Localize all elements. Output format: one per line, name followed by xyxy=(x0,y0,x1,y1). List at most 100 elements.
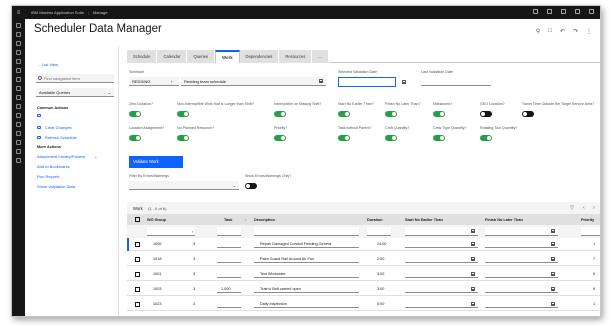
col-priority[interactable]: Priority xyxy=(581,218,594,222)
cell-description[interactable]: Test Workorder xyxy=(254,270,359,278)
toggle-travel-time[interactable] xyxy=(522,111,534,117)
search-icon[interactable] xyxy=(533,9,538,14)
home-icon[interactable] xyxy=(16,23,21,28)
col-task[interactable]: Task xyxy=(224,218,232,222)
purchasing-icon[interactable] xyxy=(16,95,21,100)
cell-description[interactable]: Daily Inspection xyxy=(254,300,359,308)
cell-finish-no-later[interactable] xyxy=(485,255,558,263)
toggle-zero-duration[interactable] xyxy=(129,111,141,117)
schedule-description[interactable]: Redding team schedule xyxy=(181,77,326,86)
toggle-geo-location[interactable] xyxy=(480,111,492,117)
tab-schedule[interactable]: Schedule xyxy=(127,50,158,63)
show-validation-data-link[interactable]: Show Validation Data xyxy=(37,184,75,189)
table-row[interactable]: 1001 3 Test Workorder 3:00 5 xyxy=(127,268,600,281)
row-checkbox[interactable] xyxy=(135,257,140,262)
cell-task[interactable] xyxy=(217,255,241,263)
clear-changes-action[interactable]: Clear Changes xyxy=(37,125,72,130)
cell-task[interactable]: 1,000 xyxy=(217,285,241,293)
notification-icon[interactable] xyxy=(547,9,552,14)
tab-calendar[interactable]: Calendar xyxy=(157,50,188,63)
col-wo-group[interactable]: WO Group xyxy=(147,218,166,222)
add-bookmarks-link[interactable]: Add to Bookmarks xyxy=(37,164,70,169)
toggle-location-assignment[interactable] xyxy=(129,135,141,141)
row-checkbox[interactable] xyxy=(135,302,140,307)
more-actions-icon[interactable]: ⋮ xyxy=(586,28,592,35)
toggle-no-planned-resource[interactable] xyxy=(177,135,189,141)
cell-start-no-earlier[interactable] xyxy=(405,255,478,263)
save-icon[interactable]: □ xyxy=(548,28,552,35)
tab-resources[interactable]: Resources xyxy=(279,50,313,63)
table-row[interactable]: 1006 3 Repair Damaged Conduit Feeding Gene… xyxy=(127,238,600,251)
integration-icon[interactable] xyxy=(16,131,21,136)
cell-task[interactable] xyxy=(217,300,241,308)
tab-work[interactable]: Work xyxy=(215,50,240,63)
recent-icon[interactable] xyxy=(16,41,21,46)
cell-start-no-earlier[interactable] xyxy=(405,300,478,308)
filter-wo-group[interactable]: › xyxy=(147,227,195,236)
cell-description[interactable]: Train's Bolt carried open xyxy=(254,285,359,293)
row-checkbox[interactable] xyxy=(135,242,140,247)
filter-priority[interactable] xyxy=(581,227,600,236)
filter-duration[interactable] xyxy=(367,227,391,236)
cell-task[interactable] xyxy=(217,240,241,248)
table-row[interactable]: 1018 3 Paint Guard Rail Around Air Fan 2:00… xyxy=(127,253,600,266)
reports-icon[interactable] xyxy=(16,86,21,91)
col-start-no-earlier[interactable]: Start No Earlier Than xyxy=(405,218,443,222)
bookmark-icon[interactable] xyxy=(16,32,21,37)
queries-select[interactable]: Available Queries ⌄ xyxy=(36,88,114,97)
filter-description[interactable] xyxy=(254,227,359,236)
toggle-craft-quantity[interactable] xyxy=(385,135,397,141)
run-reports-link[interactable]: Run Reports xyxy=(37,174,59,179)
validate-work-button[interactable]: Validate Work xyxy=(129,156,183,168)
tools-icon[interactable] xyxy=(16,140,21,145)
inventory-icon[interactable] xyxy=(16,68,21,73)
search-record-icon[interactable]: ⚲ xyxy=(536,28,540,35)
cell-start-no-earlier[interactable] xyxy=(405,285,478,293)
toggle-milestones[interactable] xyxy=(433,111,445,117)
expand-icon[interactable]: › xyxy=(593,205,595,211)
filter-icon[interactable]: ▽ xyxy=(570,205,574,211)
toggle-non-interruptible[interactable] xyxy=(177,111,189,117)
financial-icon[interactable] xyxy=(16,113,21,118)
col-duration[interactable]: Duration xyxy=(367,218,383,222)
more-nav-icon[interactable] xyxy=(16,158,21,163)
row-checkbox[interactable] xyxy=(135,272,140,277)
toggle-show-errors-only[interactable] xyxy=(245,183,257,189)
col-description[interactable]: Description xyxy=(254,218,275,222)
calendar-icon[interactable] xyxy=(402,80,406,84)
cell-finish-no-later[interactable] xyxy=(485,240,558,248)
attachment-library-link[interactable]: Attachment Library/Folders ⌄ xyxy=(37,154,97,159)
cell-start-no-earlier[interactable] xyxy=(405,270,478,278)
user-icon[interactable] xyxy=(589,9,594,14)
toggle-rotating-tool-quantity[interactable] xyxy=(480,135,492,141)
toggle-finish-no-later[interactable] xyxy=(385,111,397,117)
tab-more[interactable]: ... xyxy=(312,50,329,63)
schedule-lookup-button[interactable]: › xyxy=(169,77,179,86)
help-nav-icon[interactable] xyxy=(16,149,21,154)
toggle-task-without-parent[interactable] xyxy=(338,135,350,141)
work-icon[interactable] xyxy=(16,50,21,55)
tab-dependencies[interactable]: Dependencies xyxy=(239,50,280,63)
cell-task[interactable] xyxy=(217,270,241,278)
redo-icon[interactable]: ↷ xyxy=(573,28,578,35)
cell-finish-no-later[interactable] xyxy=(485,270,558,278)
nav-search-input[interactable]: Find navigation item xyxy=(36,74,114,83)
help-icon[interactable] xyxy=(561,9,566,14)
sort-icon[interactable]: ↓ xyxy=(245,218,247,222)
table-row[interactable]: 1003 3 1,000 Train's Bolt carried open 3:00 5 xyxy=(127,283,600,296)
cell-description[interactable]: Repair Damaged Conduit Feeding Genera xyxy=(254,240,359,248)
collapse-icon[interactable]: ‹ xyxy=(583,205,585,211)
selected-validation-input[interactable] xyxy=(338,77,396,87)
row-checkbox[interactable] xyxy=(135,287,140,292)
menu-icon[interactable]: ≡ xyxy=(12,10,25,16)
col-finish-no-later[interactable]: Finish No Later Than xyxy=(485,218,523,222)
common-action-placeholder[interactable] xyxy=(37,114,41,117)
refresh-schedule-action[interactable]: Refresh Schedule xyxy=(37,135,77,140)
assets-icon[interactable] xyxy=(16,59,21,64)
cell-description[interactable]: Paint Guard Rail Around Air Fan xyxy=(254,255,359,263)
undo-icon[interactable]: ↶ xyxy=(560,28,565,35)
toggle-priority[interactable] xyxy=(274,135,286,141)
filter-errors-select[interactable]: ⌄ xyxy=(129,181,239,190)
cell-finish-no-later[interactable] xyxy=(485,285,558,293)
toggle-start-no-earlier[interactable] xyxy=(338,111,350,117)
